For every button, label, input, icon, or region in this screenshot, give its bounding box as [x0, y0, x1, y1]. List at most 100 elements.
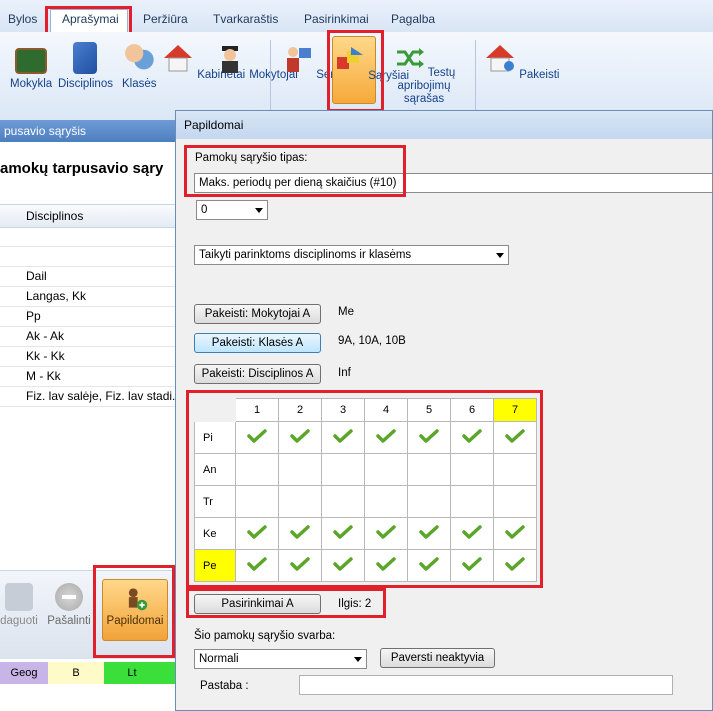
grid-cell[interactable] — [321, 453, 365, 486]
check-icon — [247, 429, 267, 443]
list-item[interactable]: Fiz. lav salėje, Fiz. lav stadi... — [0, 386, 182, 407]
day-header-Pe[interactable]: Pe — [194, 549, 236, 582]
grid-cell[interactable] — [364, 453, 408, 486]
chevron-down-icon — [255, 208, 263, 213]
ribbon-separator — [270, 40, 271, 110]
status-cell-lt[interactable]: Lt — [104, 662, 160, 684]
grid-cell[interactable] — [364, 421, 408, 454]
grid-cell[interactable] — [407, 517, 451, 550]
menu-bylos[interactable]: Bylos — [8, 12, 37, 26]
grid-cell[interactable] — [407, 453, 451, 486]
grid-cell[interactable] — [450, 549, 494, 582]
grid-cell[interactable] — [493, 549, 537, 582]
type-select[interactable]: Maks. periodų per dieną skaičius (#10) — [194, 173, 713, 193]
grid-cell[interactable] — [278, 421, 322, 454]
day-header-Ke[interactable]: Ke — [194, 517, 236, 550]
grid-cell[interactable] — [450, 517, 494, 550]
book-icon — [73, 42, 98, 74]
ribbon-sarysiai-button[interactable]: Sąryšiai — [332, 36, 409, 104]
grid-cell[interactable] — [235, 485, 279, 518]
grid-cell[interactable] — [450, 421, 494, 454]
menu-pagalba[interactable]: Pagalba — [391, 12, 435, 26]
status-cell-b[interactable]: B — [48, 662, 104, 684]
day-header-An[interactable]: An — [194, 453, 236, 486]
count-select[interactable]: 0 — [196, 200, 268, 220]
make-inactive-button[interactable]: Paversti neaktyvia — [380, 648, 495, 668]
status-cell-geog[interactable]: Geog — [0, 662, 48, 684]
grid-cell[interactable] — [235, 517, 279, 550]
grid-cell[interactable] — [321, 485, 365, 518]
period-header-5[interactable]: 5 — [407, 398, 451, 422]
importance-select[interactable]: Normali — [194, 649, 367, 669]
grid-cell[interactable] — [407, 485, 451, 518]
grid-cell[interactable] — [364, 485, 408, 518]
grid-cell[interactable] — [407, 421, 451, 454]
period-header-7[interactable]: 7 — [493, 398, 537, 422]
presenter-icon — [287, 47, 311, 72]
list-item[interactable]: M - Kk — [0, 366, 176, 387]
column-header-disciplinos[interactable]: Disciplinos — [26, 209, 83, 223]
grid-cell[interactable] — [278, 517, 322, 550]
note-field[interactable] — [299, 675, 673, 695]
grid-cell[interactable] — [278, 485, 322, 518]
ribbon-disciplinos-button[interactable]: Disciplinos — [58, 42, 113, 90]
grid-cell[interactable] — [493, 517, 537, 550]
classes-button[interactable]: Pakeisti: Klasės A — [194, 333, 321, 353]
period-header-2[interactable]: 2 — [278, 398, 322, 422]
left-panel-heading: amokų tarpusavio sąry — [0, 160, 164, 177]
status-cell[interactable] — [160, 662, 176, 684]
ribbon-testu-apribojimu-button[interactable]: Testų apribojimų sąrašas — [378, 42, 470, 106]
grid-corner — [194, 398, 236, 422]
list-item[interactable]: Kk - Kk — [0, 346, 176, 367]
list-item[interactable]: Ak - Ak — [0, 326, 176, 347]
period-header-6[interactable]: 6 — [450, 398, 494, 422]
grid-cell[interactable] — [493, 421, 537, 454]
grid-cell[interactable] — [235, 549, 279, 582]
grid-cell[interactable] — [321, 549, 365, 582]
grid-cell[interactable] — [364, 517, 408, 550]
grid-cell[interactable] — [364, 549, 408, 582]
count-select-value: 0 — [201, 204, 208, 216]
list-item[interactable] — [0, 246, 176, 267]
ribbon-mokykla-button[interactable]: Mokykla — [10, 42, 52, 90]
grid-cell[interactable] — [450, 453, 494, 486]
list-item[interactable]: Pp — [0, 306, 176, 327]
choices-button[interactable]: Pasirinkimai A — [194, 594, 321, 614]
list-item[interactable]: Dail — [0, 266, 176, 287]
ribbon-pakeisti-button[interactable]: Pakeisti — [484, 42, 559, 81]
list-item[interactable] — [0, 226, 176, 247]
period-header-3[interactable]: 3 — [321, 398, 365, 422]
grid-cell[interactable] — [235, 421, 279, 454]
apply-select[interactable]: Taikyti parinktoms disciplinoms ir klasė… — [194, 245, 509, 265]
list-item-label: M - Kk — [26, 369, 61, 383]
check-icon — [505, 557, 525, 571]
subjects-button[interactable]: Pakeisti: Disciplinos A — [194, 364, 321, 384]
check-icon — [333, 525, 353, 539]
check-icon — [290, 525, 310, 539]
papildomai-button[interactable]: Papildomai — [102, 579, 168, 641]
list-item[interactable]: Langas, Kk — [0, 286, 176, 307]
grid-cell[interactable] — [235, 453, 279, 486]
check-icon — [505, 429, 525, 443]
grid-cell[interactable] — [450, 485, 494, 518]
grid-cell[interactable] — [493, 453, 537, 486]
menu-aprasymai[interactable]: Aprašymai — [62, 12, 119, 26]
ribbon-mokykla-label: Mokykla — [10, 78, 53, 90]
menu-perziura[interactable]: Peržiūra — [143, 12, 188, 26]
period-header-1[interactable]: 1 — [235, 398, 279, 422]
menu-pasirinkimai[interactable]: Pasirinkimai — [304, 12, 369, 26]
period-header-4[interactable]: 4 — [364, 398, 408, 422]
grid-cell[interactable] — [407, 549, 451, 582]
grid-cell[interactable] — [278, 549, 322, 582]
grid-cell[interactable] — [278, 453, 322, 486]
edit-button[interactable]: daguoti — [0, 583, 42, 627]
day-header-Tr[interactable]: Tr — [194, 485, 236, 518]
menu-tvarkarastis[interactable]: Tvarkaraštis — [213, 12, 278, 26]
remove-button[interactable]: Pašalinti — [44, 583, 94, 627]
ribbon-klases-button[interactable]: Klasės — [122, 42, 157, 90]
grid-cell[interactable] — [321, 517, 365, 550]
grid-cell[interactable] — [493, 485, 537, 518]
grid-cell[interactable] — [321, 421, 365, 454]
teachers-button[interactable]: Pakeisti: Mokytojai A — [194, 304, 321, 324]
day-header-Pi[interactable]: Pi — [194, 421, 236, 454]
